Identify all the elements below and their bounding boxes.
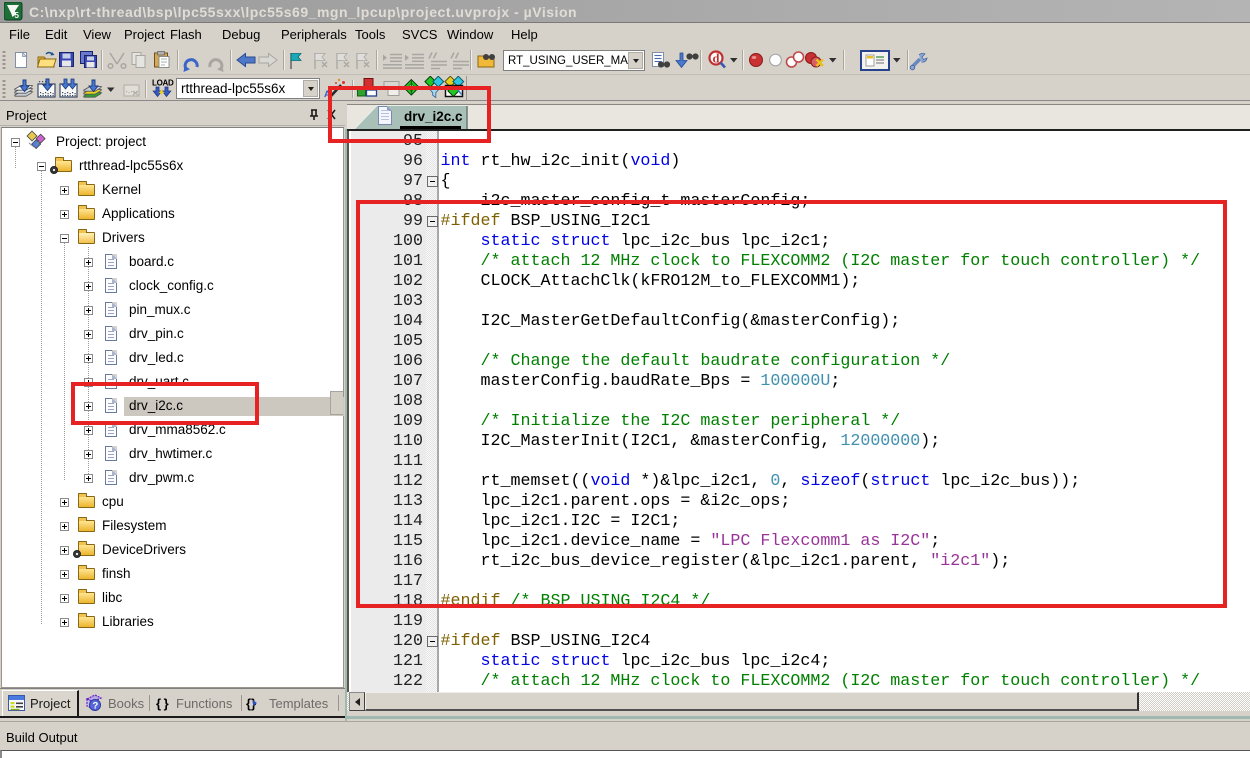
svg-text:d: d [713,52,720,66]
svg-text:?: ? [93,701,99,712]
svg-text:LOAD: LOAD [152,79,174,88]
svg-text:5: 5 [15,11,20,20]
